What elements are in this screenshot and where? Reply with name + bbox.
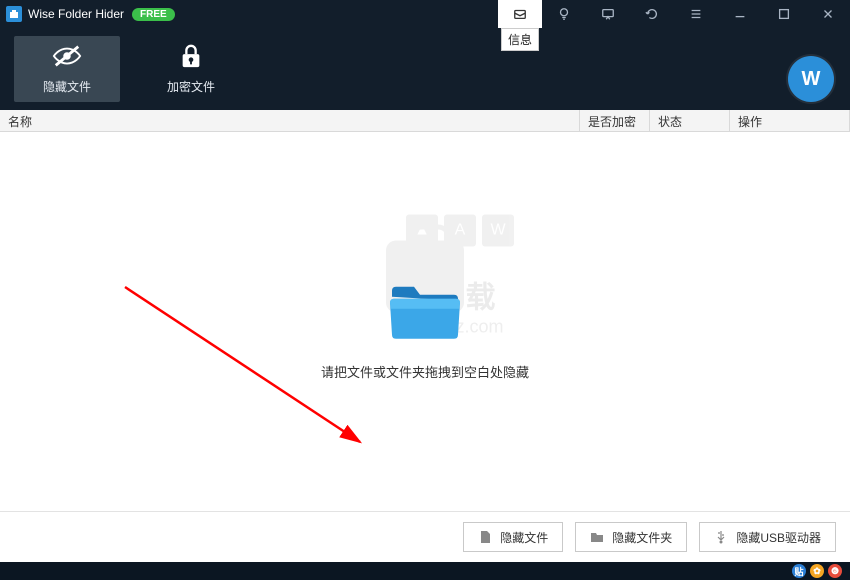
titlebar-actions: 信息 (498, 0, 850, 28)
main-area[interactable]: ▲AW 安下载 anxz.com 请把文件或文件夹拖拽到空白处隐藏 (0, 132, 850, 512)
col-operation[interactable]: 操作 (730, 110, 850, 131)
tab-encrypt-file[interactable]: 加密文件 (138, 36, 244, 102)
info-button[interactable]: 信息 (498, 0, 542, 28)
tab-encrypt-label: 加密文件 (167, 78, 215, 95)
drop-hint-text: 请把文件或文件夹拖拽到空白处隐藏 (321, 361, 529, 380)
hide-folder-button[interactable]: 隐藏文件夹 (575, 522, 687, 552)
footer: 隐藏文件 隐藏文件夹 隐藏USB驱动器 (0, 512, 850, 562)
lock-icon (176, 43, 206, 72)
menu-button[interactable] (674, 0, 718, 28)
titlebar: Wise Folder Hider FREE 信息 (0, 0, 850, 28)
col-name[interactable]: 名称 (0, 110, 580, 131)
free-badge: FREE (132, 8, 175, 21)
hide-file-button[interactable]: 隐藏文件 (463, 522, 563, 552)
col-encrypted[interactable]: 是否加密 (580, 110, 650, 131)
app-title: Wise Folder Hider (28, 7, 124, 21)
folder-small-icon (590, 530, 604, 544)
refresh-button[interactable] (630, 0, 674, 28)
file-icon (478, 530, 492, 544)
maximize-button[interactable] (762, 0, 806, 28)
hide-file-label: 隐藏文件 (500, 529, 548, 546)
hide-usb-label: 隐藏USB驱动器 (736, 529, 821, 546)
column-header-row: 名称 是否加密 状态 操作 (0, 110, 850, 132)
brand-letter: W (802, 68, 821, 91)
eye-hidden-icon (52, 43, 82, 72)
toolbar: 隐藏文件 加密文件 W (0, 28, 850, 110)
drop-area: 请把文件或文件夹拖拽到空白处隐藏 (321, 282, 529, 380)
col-state[interactable]: 状态 (650, 110, 730, 131)
hide-usb-button[interactable]: 隐藏USB驱动器 (699, 522, 836, 552)
info-tooltip: 信息 (501, 28, 539, 51)
tray-icon-3[interactable]: ❻ (828, 564, 842, 578)
minimize-button[interactable] (718, 0, 762, 28)
brand-avatar[interactable]: W (788, 56, 834, 102)
hide-folder-label: 隐藏文件夹 (612, 529, 672, 546)
tray-icon-1[interactable]: 贴 (792, 564, 806, 578)
tab-hide-file[interactable]: 隐藏文件 (14, 36, 120, 102)
app-icon (6, 6, 22, 22)
tab-hide-label: 隐藏文件 (43, 78, 91, 95)
system-tray: 贴 ✿ ❻ (0, 562, 850, 580)
close-button[interactable] (806, 0, 850, 28)
folder-icon (321, 282, 529, 347)
usb-icon (714, 530, 728, 544)
idea-button[interactable] (542, 0, 586, 28)
feedback-button[interactable] (586, 0, 630, 28)
tray-icon-2[interactable]: ✿ (810, 564, 824, 578)
